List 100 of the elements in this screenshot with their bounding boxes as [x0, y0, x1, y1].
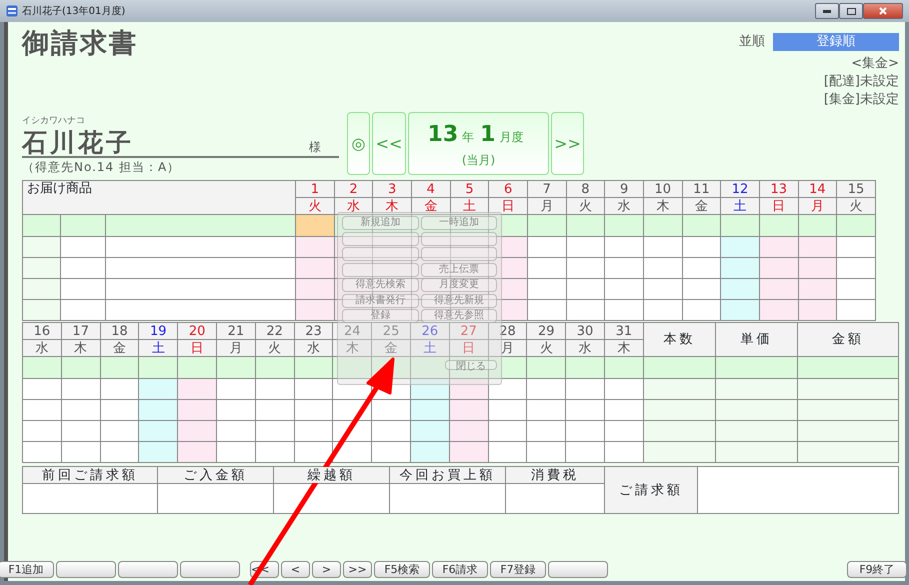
day-number: 25: [372, 322, 410, 340]
day-number: 31: [604, 322, 644, 340]
weekday-label: 土: [138, 340, 178, 356]
entry-cell[interactable]: [798, 214, 837, 236]
entry-cell[interactable]: [449, 356, 488, 378]
day-number: 26: [410, 322, 450, 340]
function-key[interactable]: >>: [343, 561, 372, 578]
entry-cell[interactable]: [178, 356, 216, 378]
function-key[interactable]: [118, 561, 178, 578]
weekday-label: 水: [604, 198, 644, 214]
entry-cell[interactable]: [296, 214, 334, 236]
menu-button[interactable]: 得意先検索: [342, 278, 418, 292]
weekday-label: 木: [604, 340, 644, 356]
column-header: 本数: [643, 322, 716, 356]
function-key[interactable]: <: [281, 561, 310, 578]
menu-button[interactable]: 新規追加: [342, 216, 418, 230]
next-button[interactable]: >>: [551, 112, 584, 175]
entry-cell[interactable]: [488, 214, 528, 236]
entry-cell[interactable]: [566, 214, 605, 236]
maximize-button[interactable]: [839, 3, 863, 19]
entry-cell[interactable]: [643, 214, 682, 236]
close-menu-button[interactable]: 閉じる: [445, 360, 497, 370]
entry-cell[interactable]: [100, 356, 139, 378]
day-number: 5: [450, 180, 489, 198]
function-key[interactable]: >: [312, 561, 341, 578]
entry-cell[interactable]: [604, 214, 644, 236]
customer-name: 石川花子: [22, 128, 134, 156]
entry-cell[interactable]: [22, 356, 62, 378]
sort-label: 並順: [739, 33, 765, 51]
weekday-label: 日: [178, 340, 216, 356]
day-number: 2: [334, 180, 373, 198]
entry-cell[interactable]: [61, 356, 100, 378]
entry-cell[interactable]: [720, 214, 760, 236]
menu-button[interactable]: 月度変更: [420, 278, 497, 292]
menu-button[interactable]: 一時追加: [420, 216, 497, 230]
entry-cell[interactable]: [410, 356, 450, 378]
entry-cell[interactable]: [216, 356, 256, 378]
year-unit: 年: [462, 129, 474, 146]
entry-cell[interactable]: [759, 214, 798, 236]
day-number: 1: [296, 180, 334, 198]
entry-cell[interactable]: [332, 356, 372, 378]
day-number: 8: [566, 180, 605, 198]
menu-button[interactable]: 登録: [342, 309, 418, 323]
entry-cell[interactable]: [566, 356, 604, 378]
entry-cell[interactable]: [682, 214, 721, 236]
window-title: 石川花子(13年01月度): [22, 4, 126, 18]
entry-cell[interactable]: [138, 356, 178, 378]
today-button[interactable]: ◎: [347, 112, 370, 175]
menu-button[interactable]: 得意先新規: [420, 294, 497, 308]
weekday-label: 日: [449, 340, 488, 356]
day-number: 3: [372, 180, 412, 198]
delivery-status: [配達]未設定: [824, 73, 899, 91]
weekday-label: 火: [566, 198, 605, 214]
menu-button[interactable]: 売上伝票: [420, 262, 497, 276]
menu-button[interactable]: [342, 247, 418, 261]
entry-cell[interactable]: [488, 356, 527, 378]
function-key[interactable]: [180, 561, 240, 578]
day-number: 16: [22, 322, 62, 340]
previous-button[interactable]: <<: [372, 112, 406, 175]
entry-cell[interactable]: [294, 356, 333, 378]
entry-cell[interactable]: [255, 356, 294, 378]
menu-button[interactable]: 請求書発行: [342, 294, 418, 308]
menu-button[interactable]: [342, 262, 418, 276]
function-key[interactable]: [56, 561, 116, 578]
menu-button[interactable]: 得意先参照: [420, 309, 497, 323]
menu-button[interactable]: [420, 232, 497, 246]
column-header: 繰越額: [274, 466, 390, 484]
function-key[interactable]: F1追加: [0, 561, 54, 578]
weekday-label: 土: [450, 198, 489, 214]
entry-cell[interactable]: [604, 356, 644, 378]
day-number: 23: [294, 322, 333, 340]
weekday-label: 月: [488, 340, 527, 356]
function-key[interactable]: F6請求: [432, 561, 488, 578]
day-number: 24: [332, 322, 372, 340]
function-key[interactable]: F7登録: [490, 561, 546, 578]
day-number: 10: [643, 180, 682, 198]
day-number: 13: [759, 180, 798, 198]
entry-cell[interactable]: [527, 214, 566, 236]
entry-cell[interactable]: [450, 214, 489, 236]
function-key[interactable]: [548, 561, 608, 578]
column-header: 前回ご請求額: [22, 466, 158, 484]
weekday-label: 金: [100, 340, 139, 356]
function-key[interactable]: F5検索: [374, 561, 430, 578]
weekday-label: 水: [566, 340, 604, 356]
entry-cell[interactable]: [526, 356, 566, 378]
entry-cell[interactable]: [836, 214, 876, 236]
function-key[interactable]: F9終了: [847, 561, 907, 578]
sort-order-field[interactable]: 登録順: [773, 33, 899, 51]
day-number: 20: [178, 322, 216, 340]
weekday-label: 水: [334, 198, 373, 214]
weekday-label: 木: [61, 340, 100, 356]
day-number: 30: [566, 322, 604, 340]
minimize-button[interactable]: [815, 3, 839, 19]
column-header: 金額: [797, 322, 898, 356]
weekday-label: 月: [798, 198, 837, 214]
menu-button[interactable]: [420, 247, 497, 261]
day-number: 17: [61, 322, 100, 340]
close-button[interactable]: [863, 3, 903, 19]
weekday-label: 月: [216, 340, 256, 356]
menu-button[interactable]: [342, 232, 418, 246]
